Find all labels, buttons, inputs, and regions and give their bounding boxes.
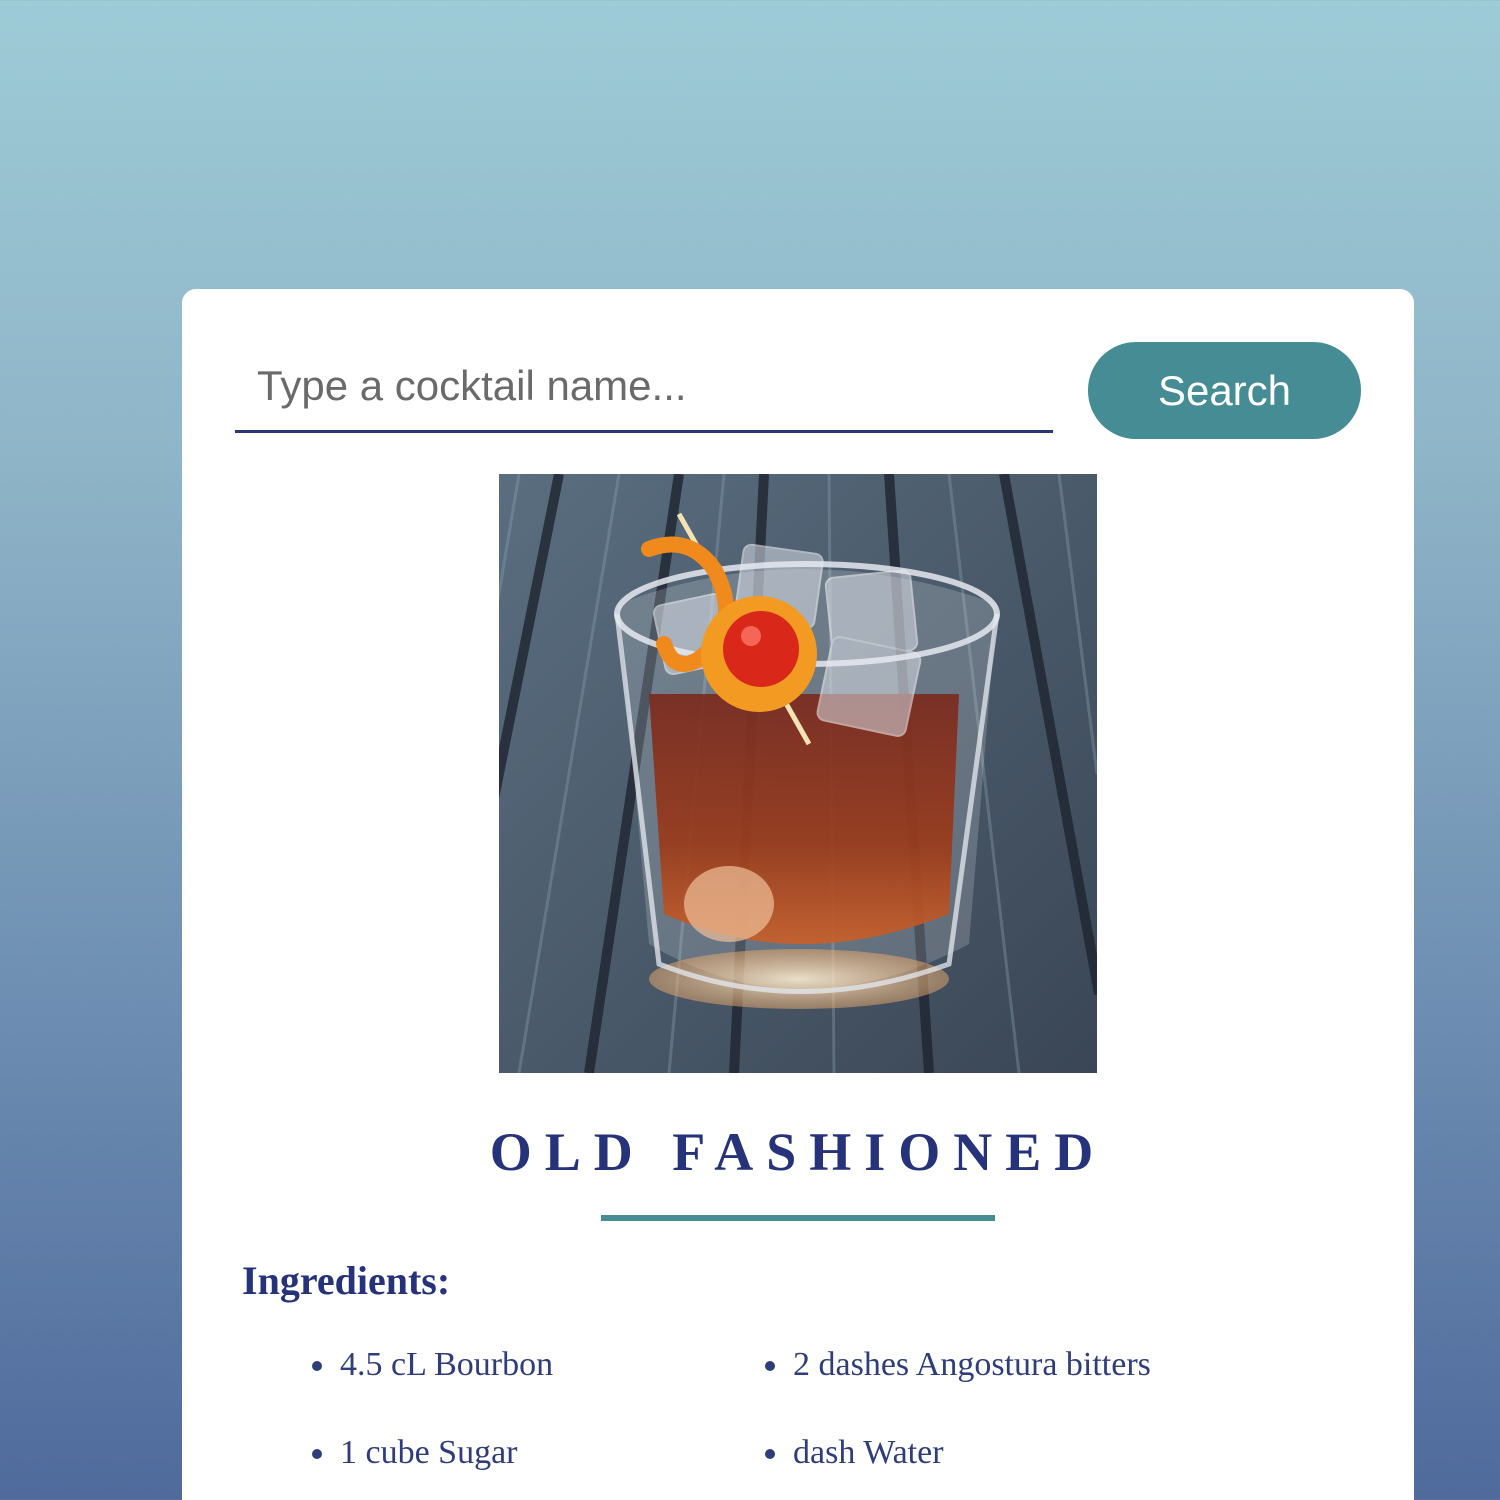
title-underline [601,1215,995,1221]
ingredient-item: 1 cube Sugar [308,1435,761,1471]
search-button[interactable]: Search [1088,342,1361,439]
cocktail-photo [499,474,1097,1073]
drink-title: OLD FASHIONED [489,1122,1107,1182]
ingredients-heading: Ingredients: [242,1258,451,1303]
ingredient-item: dash Water [761,1435,1261,1471]
ingredient-item: 2 dashes Angostura bitters [761,1347,1261,1383]
cocktail-search-input[interactable] [235,341,1053,433]
ingredient-item: 4.5 cL Bourbon [308,1347,761,1383]
ingredients-list: 4.5 cL Bourbon 2 dashes Angostura bitter… [308,1347,1308,1471]
cocktail-card: Search [182,289,1414,1500]
cocktail-image [499,474,1097,1073]
